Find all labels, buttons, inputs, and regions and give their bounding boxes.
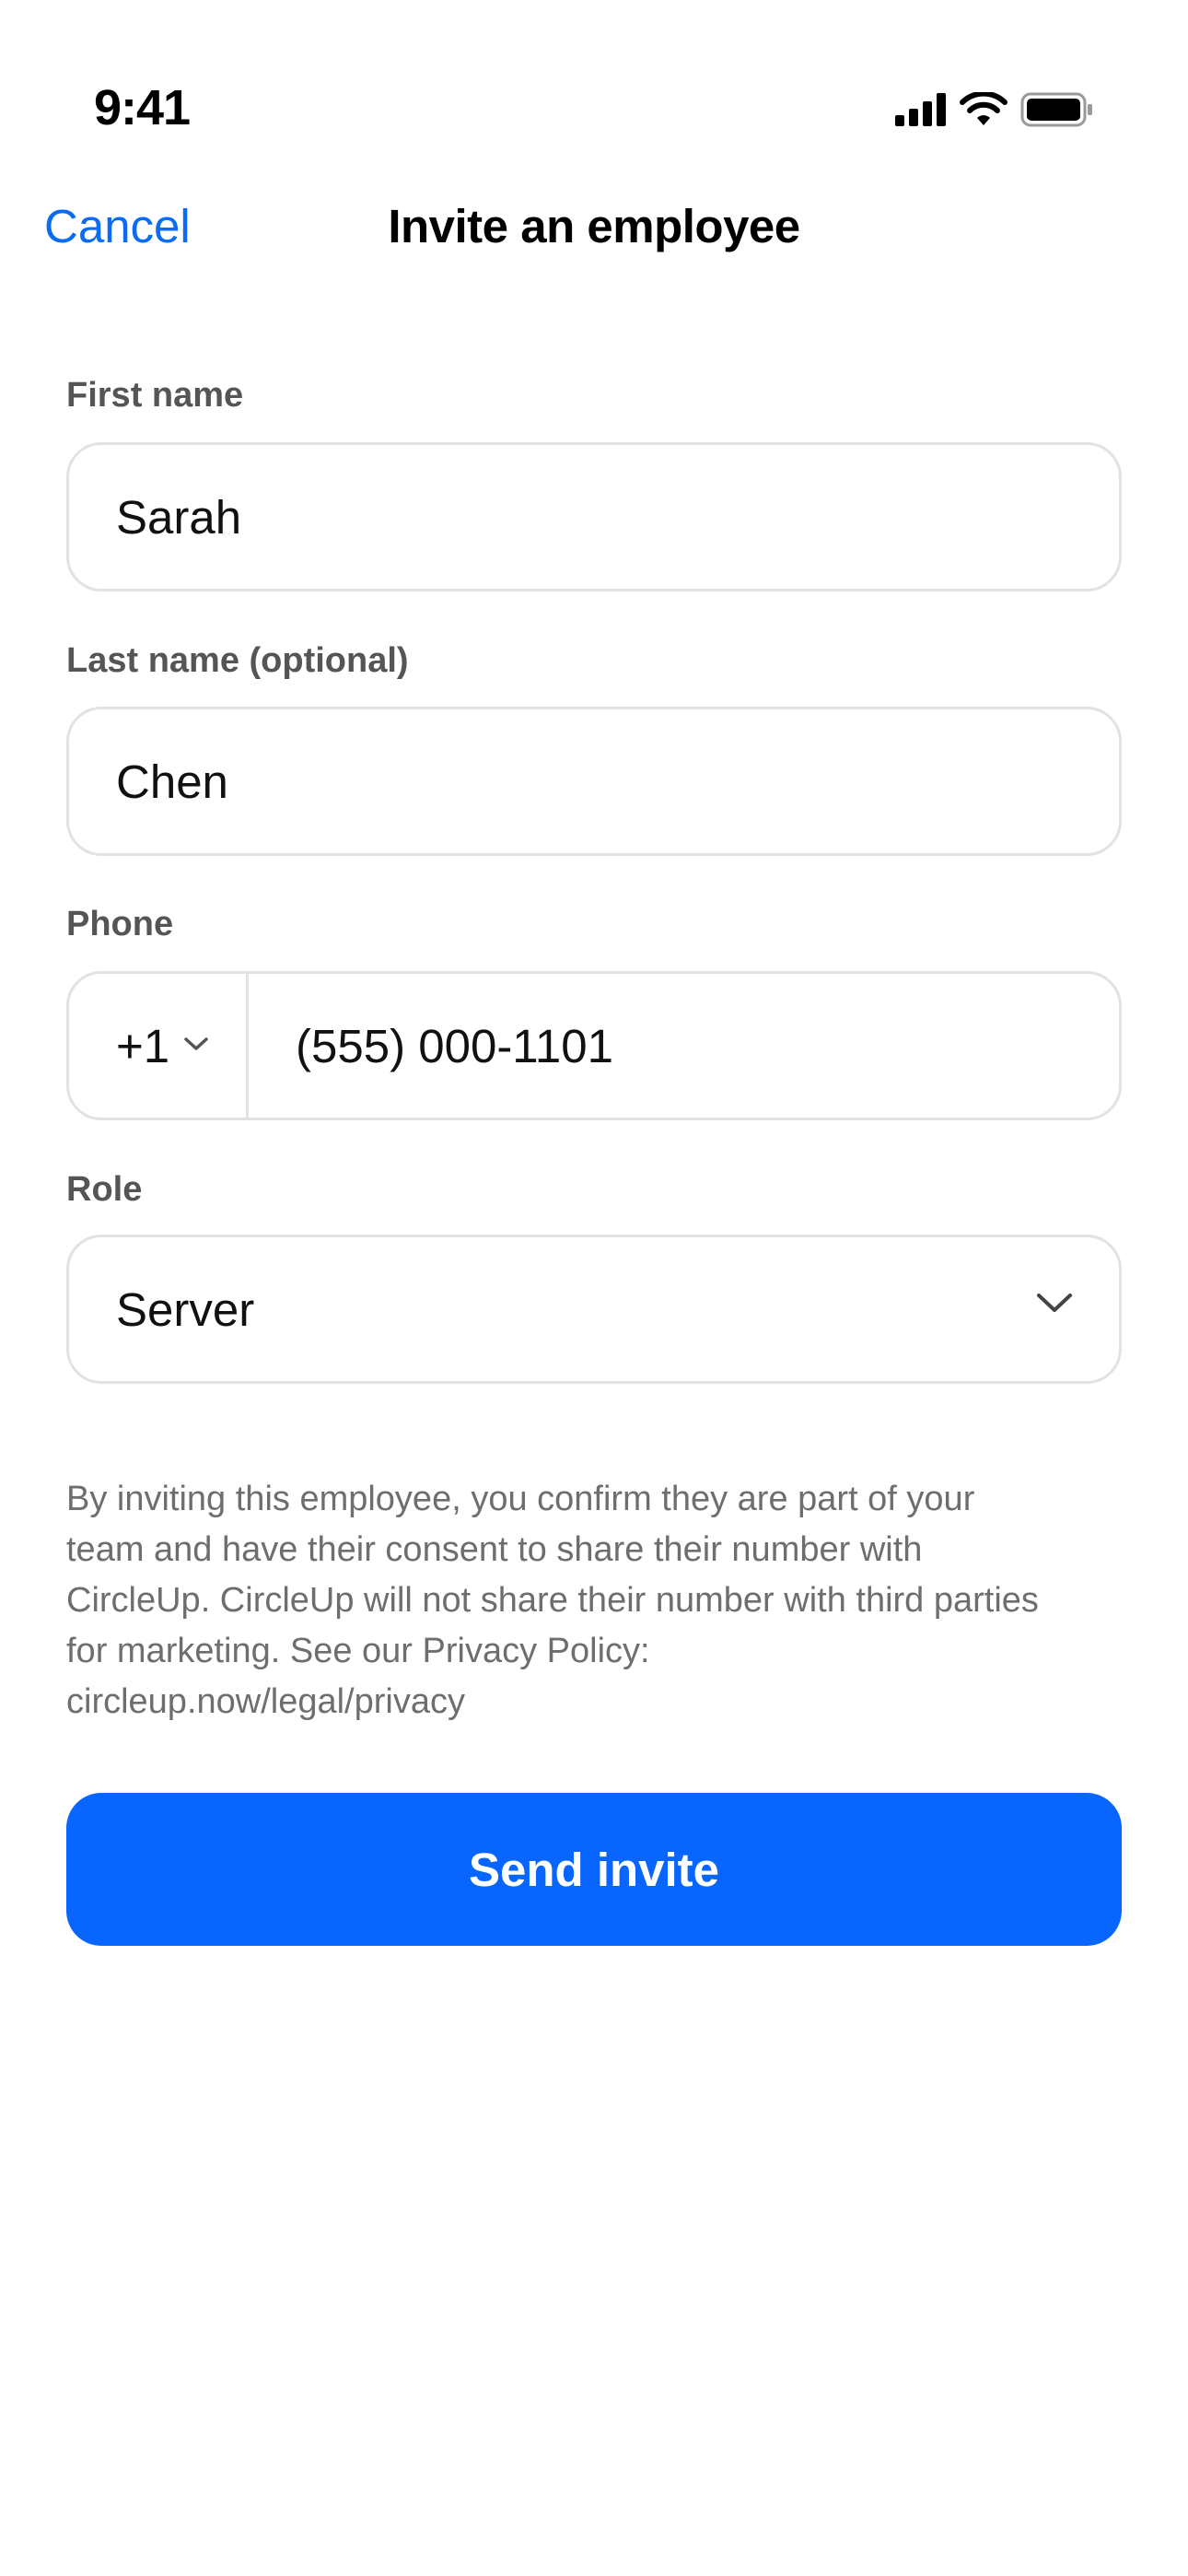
status-time: 9:41: [94, 80, 191, 135]
first-name-label: First name: [66, 376, 244, 415]
first-name-field[interactable]: Sarah: [66, 442, 1122, 591]
chevron-down-icon: [182, 1035, 210, 1058]
first-name-value: Sarah: [116, 490, 242, 544]
cellular-signal-icon: [895, 93, 947, 131]
phone-number-input[interactable]: (555) 000-1101: [249, 1019, 613, 1073]
battery-icon: [1020, 92, 1094, 132]
chevron-down-icon: [1034, 1289, 1075, 1321]
role-label: Role: [66, 1170, 143, 1209]
cancel-button[interactable]: Cancel: [44, 199, 191, 253]
nav-bar: Invite an employee Cancel: [0, 184, 1188, 267]
send-invite-button[interactable]: Send invite: [66, 1793, 1122, 1946]
status-bar: 9:41: [0, 0, 1188, 184]
status-icons: [895, 90, 1094, 132]
country-code-value: +1: [116, 1019, 170, 1072]
role-value: Server: [116, 1282, 255, 1336]
phone-label: Phone: [66, 905, 174, 943]
last-name-value: Chen: [116, 755, 228, 808]
role-select[interactable]: Server: [66, 1235, 1122, 1384]
country-code-selector[interactable]: +1: [69, 974, 249, 1118]
last-name-field[interactable]: Chen: [66, 707, 1122, 856]
wifi-icon: [960, 90, 1007, 132]
phone-field: +1 (555) 000-1101: [66, 971, 1122, 1120]
consent-disclaimer: By inviting this employee, you confirm t…: [66, 1480, 1039, 1721]
last-name-label: Last name (optional): [66, 641, 409, 680]
